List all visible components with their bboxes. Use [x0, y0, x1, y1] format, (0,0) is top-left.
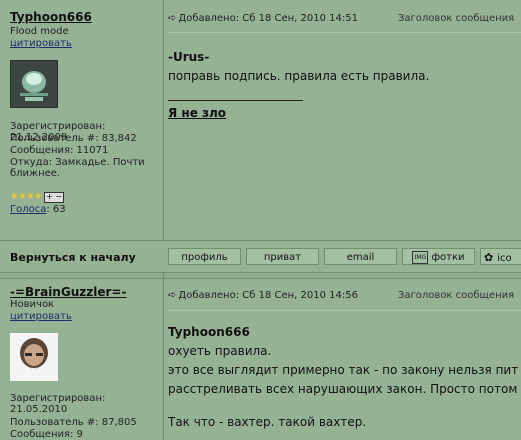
star-icon: ★: [17, 191, 27, 202]
private-message-button[interactable]: приват: [246, 248, 319, 265]
post-line: Так что - вахтер. такой вахтер.: [168, 415, 367, 429]
votes-value: : 63: [46, 204, 66, 215]
post-subject-label: Заголовок сообщения: [398, 13, 515, 24]
post-text: поправь подпись. правила есть правила.: [168, 69, 430, 83]
star-icon: ★: [10, 191, 19, 202]
post-arrow-icon[interactable]: ➪: [168, 290, 176, 301]
post-1: Typhoon666 Flood mode цитировать Зарегис…: [0, 0, 521, 240]
quote-link[interactable]: цитировать: [10, 311, 72, 322]
email-button[interactable]: email: [324, 248, 397, 265]
photos-label: фотки: [431, 252, 465, 263]
post-2: -=BrainGuzzler=- Новичок цитировать Заре…: [0, 279, 521, 440]
post-1-author-panel: Typhoon666 Flood mode цитировать Зарегис…: [0, 0, 163, 240]
stat-location: Откуда: Замкадье. Почти ближнее.: [10, 157, 145, 179]
post-line: охуеть правила.: [168, 344, 272, 358]
votes: Голоса: 63: [10, 204, 160, 215]
author-name-link[interactable]: -=BrainGuzzler=-: [10, 285, 126, 299]
back-to-top[interactable]: Вернуться к началу: [10, 251, 136, 264]
post-1-body: ➪ Добавлено: Сб 18 Сен, 2010 14:51 Заголо…: [164, 0, 521, 240]
bearded-face-avatar-icon: [10, 333, 58, 381]
stat-user-number: Пользователь #: 87,805: [10, 417, 137, 428]
post-date: Добавлено: Сб 18 Сен, 2010 14:51: [178, 13, 358, 24]
post-line: это все выглядит примерно так - по закон…: [168, 363, 519, 377]
divider: [168, 310, 521, 311]
icq-label: ico: [497, 253, 512, 264]
star-icon: ★: [33, 191, 43, 202]
avatar: [10, 60, 58, 108]
quoted-name: -Urus-: [168, 50, 210, 64]
stat-messages: Сообщения: 9: [10, 429, 83, 440]
row-divider: [0, 272, 521, 273]
stat-messages: Сообщения: 11071: [10, 145, 109, 156]
post-line: расстреливать всех нарушающих закон. Про…: [168, 382, 518, 396]
author-name-link[interactable]: Typhoon666: [10, 10, 92, 24]
post-header: ➪ Добавлено: Сб 18 Сен, 2010 14:56: [168, 290, 358, 301]
star-icon: ★: [25, 191, 35, 202]
post-arrow-icon[interactable]: ➪: [168, 13, 176, 24]
photos-button[interactable]: IMG фотки: [402, 248, 475, 265]
stat-registered: Зарегистрирован: 21.05.2010: [10, 393, 106, 415]
profile-button[interactable]: профиль: [168, 248, 241, 265]
flower-icon: ✿: [484, 251, 494, 264]
quote-link[interactable]: цитировать: [10, 38, 72, 49]
photo-icon: IMG: [412, 250, 429, 264]
stat-user-number: Пользователь #: 83,842: [10, 133, 137, 144]
post-date: Добавлено: Сб 18 Сен, 2010 14:56: [178, 290, 358, 301]
votes-link[interactable]: Голоса: [10, 204, 46, 215]
signature-divider: [168, 100, 303, 101]
plus-minus-icon[interactable]: + −: [44, 192, 65, 203]
icq-button[interactable]: ✿ ico: [480, 248, 521, 265]
quoted-name: Typhoon666: [168, 325, 250, 339]
author-rank: Новичок: [10, 299, 55, 310]
avatar: [10, 333, 58, 381]
reputation-stars: ★★★★ + −: [10, 191, 65, 203]
post-header: ➪ Добавлено: Сб 18 Сен, 2010 14:51: [168, 13, 358, 24]
post-nav-row: Вернуться к началу профиль приват email …: [0, 241, 521, 272]
author-rank: Flood mode: [10, 26, 69, 37]
divider: [168, 32, 521, 33]
post-subject-label: Заголовок сообщения: [398, 290, 515, 301]
robot-avatar-icon: [11, 61, 57, 107]
signature: Я не зло: [168, 106, 227, 120]
